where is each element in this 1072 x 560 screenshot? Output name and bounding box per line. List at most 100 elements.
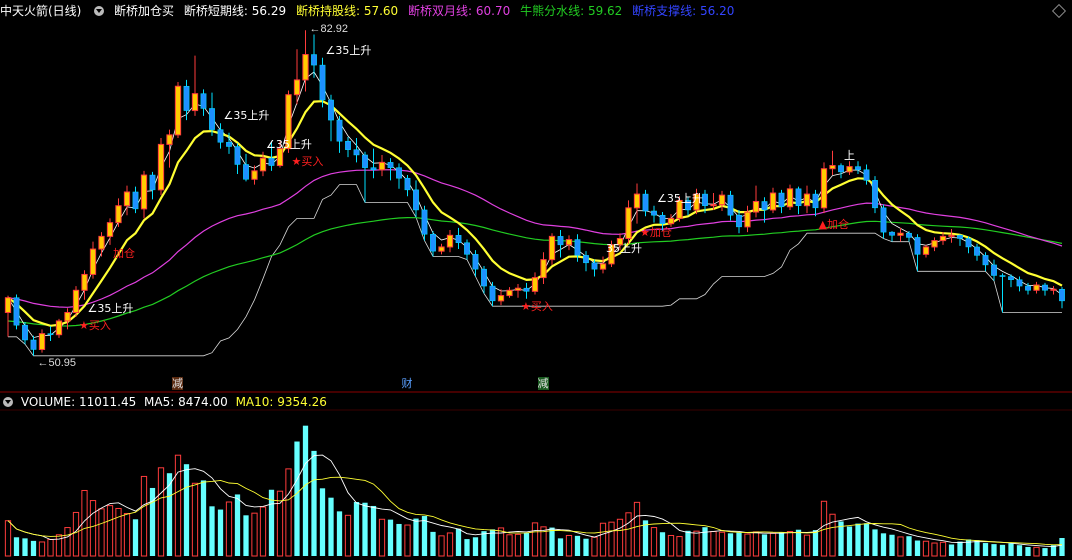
volume-bar xyxy=(311,450,317,556)
candle-body xyxy=(259,157,267,172)
volume-bar xyxy=(872,529,878,556)
volume-bar xyxy=(455,528,462,556)
candle-body xyxy=(642,193,649,212)
candle-body xyxy=(481,268,487,287)
volume-bar xyxy=(98,508,105,557)
volume-bar xyxy=(803,534,811,557)
volume-bar xyxy=(1016,545,1023,556)
candle-body xyxy=(47,333,54,335)
candle-body xyxy=(889,231,895,236)
volume-bar xyxy=(922,540,930,557)
candle-body xyxy=(948,234,955,237)
volume-bar xyxy=(897,536,904,557)
volume-bar xyxy=(506,534,513,557)
candle-body xyxy=(149,174,156,191)
candle-body xyxy=(702,193,708,206)
volume-bar xyxy=(1059,538,1065,556)
volume-bar xyxy=(650,527,658,557)
candle-body xyxy=(293,79,301,96)
candle-body xyxy=(413,189,419,211)
support-line-series xyxy=(8,184,1062,357)
candle-body xyxy=(217,129,224,143)
volume-bar xyxy=(769,532,777,557)
volume-bar xyxy=(481,531,487,556)
candle-body xyxy=(268,157,275,166)
volume-bar xyxy=(191,482,199,557)
candle-body xyxy=(727,194,734,216)
candle-body xyxy=(276,148,284,167)
event-tag[interactable]: 减 xyxy=(172,377,183,390)
candle-body xyxy=(183,85,190,111)
signal-marker: ∠35上升 xyxy=(657,191,703,205)
volume-bar xyxy=(914,540,921,556)
candle-body xyxy=(633,193,641,209)
volume-bar xyxy=(549,527,555,556)
volume-bar xyxy=(693,530,700,557)
stock-chart[interactable]: ←82.92 ←50.95 xyxy=(0,0,1072,560)
volume-bar xyxy=(362,502,368,556)
volume-bar xyxy=(583,538,589,556)
candle-body xyxy=(243,164,249,180)
volume-bar xyxy=(234,494,241,556)
volume-bar xyxy=(13,537,20,556)
candle-body xyxy=(548,235,556,261)
volume-bar xyxy=(404,524,411,557)
candle-body xyxy=(209,108,215,130)
candle-body xyxy=(736,214,742,228)
volume-bar xyxy=(472,537,479,556)
volume-bar xyxy=(47,538,54,557)
candle-body xyxy=(574,239,581,256)
volume-bar xyxy=(370,505,377,556)
candle-body xyxy=(974,246,980,256)
volume-bar xyxy=(702,527,708,556)
candle-body xyxy=(438,246,445,252)
candle-body xyxy=(523,287,530,292)
candle-body xyxy=(319,64,326,101)
volume-bar xyxy=(514,533,522,557)
volume-bar xyxy=(4,520,12,557)
volume-bar xyxy=(387,519,394,556)
volume-bar xyxy=(608,521,615,557)
candle-body xyxy=(455,235,462,243)
volume-bar xyxy=(149,487,156,556)
candle-body xyxy=(166,134,173,145)
candle-body xyxy=(922,246,930,255)
volume-ma10-line xyxy=(7,476,1063,546)
volume-bar xyxy=(710,531,717,557)
volume-bar xyxy=(667,534,675,557)
candle-body xyxy=(234,146,241,165)
candle-body xyxy=(191,93,199,112)
candle-body xyxy=(795,188,802,206)
candle-body xyxy=(22,324,28,341)
volume-bar xyxy=(574,535,581,556)
volume-bar xyxy=(829,513,836,557)
candle-body xyxy=(531,277,539,292)
volume-bar xyxy=(132,519,139,556)
candle-body xyxy=(157,143,165,191)
candle-body xyxy=(855,166,861,171)
candle-body xyxy=(336,119,343,142)
candle-body xyxy=(965,238,972,248)
candle-body xyxy=(98,235,105,250)
candle-body xyxy=(311,54,317,66)
volume-bar xyxy=(157,467,165,557)
candle-body xyxy=(251,170,258,180)
dropdown-icon[interactable] xyxy=(3,397,13,407)
candle-body xyxy=(829,165,836,170)
volume-header: VOLUME: 11011.45 MA5: 8474.00 MA10: 9354… xyxy=(0,393,1072,411)
volume-bar xyxy=(209,506,215,556)
event-tag[interactable]: 财 xyxy=(402,377,413,390)
candle-body xyxy=(226,142,232,147)
volume-bar xyxy=(353,502,360,556)
candle-body xyxy=(404,177,411,191)
volume-bar xyxy=(633,501,641,557)
event-tag[interactable]: 减 xyxy=(537,377,549,390)
candle-body xyxy=(880,207,887,233)
volume-bar xyxy=(413,518,419,556)
volume-bar xyxy=(531,522,539,557)
candle-body xyxy=(13,297,20,326)
volume-bar xyxy=(430,531,436,556)
volume-bar xyxy=(889,534,895,556)
signal-marker: 35上升 xyxy=(606,242,642,256)
candle-body xyxy=(353,149,360,156)
